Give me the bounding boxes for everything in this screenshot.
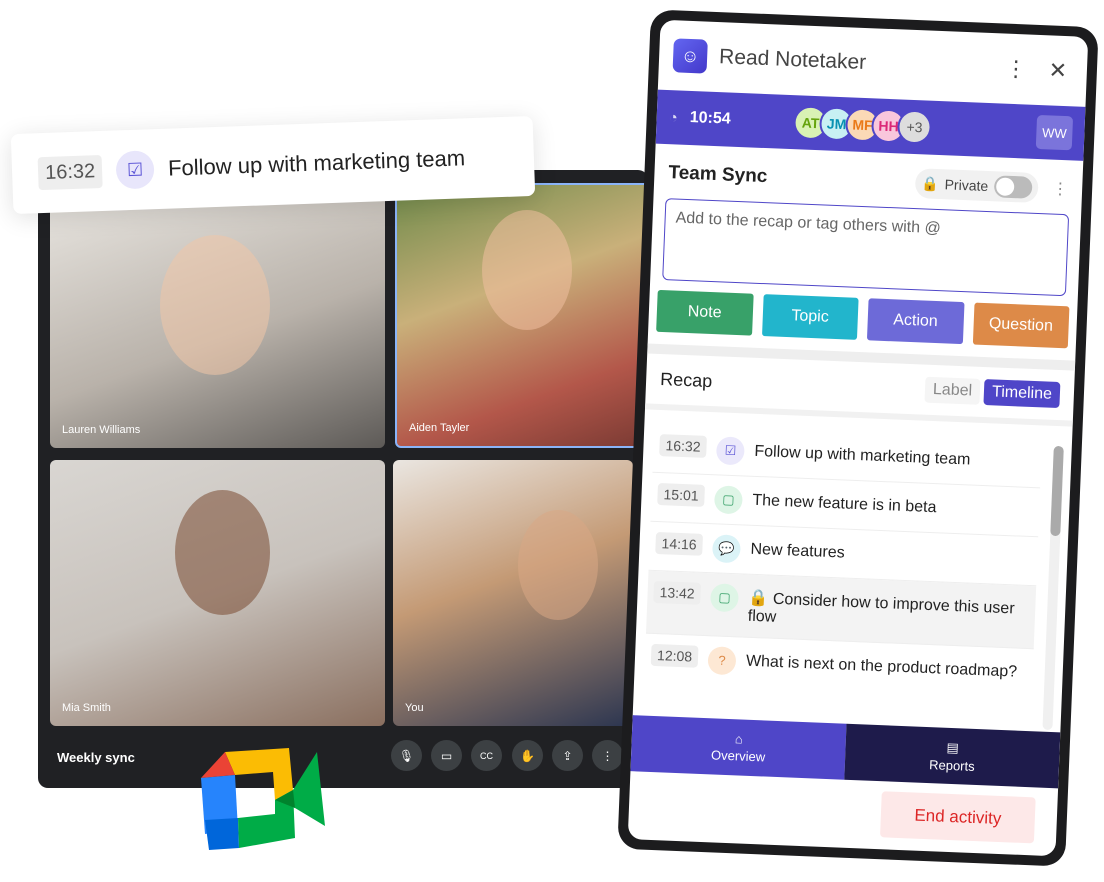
- more-participants: +3: [896, 109, 933, 145]
- video-tile-active[interactable]: Aiden Tayler: [395, 183, 650, 448]
- nav-label: Reports: [928, 756, 975, 774]
- toast-time: 16:32: [37, 154, 103, 190]
- video-tile[interactable]: Mia Smith: [50, 460, 385, 726]
- question-icon: ?: [707, 645, 737, 676]
- nav-overview[interactable]: ⌂ Overview: [630, 715, 847, 780]
- user-avatar[interactable]: WW: [1035, 114, 1074, 151]
- note-icon: ▢: [713, 485, 744, 515]
- meeting-title: Weekly sync: [57, 750, 135, 765]
- note-button[interactable]: Note: [656, 289, 754, 336]
- camera-icon[interactable]: ▭: [431, 740, 462, 771]
- action-icon: ☑: [715, 436, 745, 466]
- topic-button[interactable]: Topic: [761, 294, 859, 340]
- item-time: 16:32: [659, 434, 708, 458]
- item-text: What is next on the product roadmap?: [745, 652, 1018, 681]
- notetaker-panel: ☺ Read Notetaker ⋮ ✕ ◔ 10:54 AT JM MF HH…: [627, 19, 1089, 857]
- recap-timeline: 16:32 ☑ Follow up with marketing team 15:0…: [632, 403, 1073, 733]
- app-title: Read Notetaker: [718, 45, 867, 75]
- scrollbar[interactable]: [1042, 445, 1064, 731]
- video-tile[interactable]: Lauren Williams: [50, 195, 385, 448]
- notetaker-device: ☺ Read Notetaker ⋮ ✕ ◔ 10:54 AT JM MF HH…: [617, 9, 1099, 867]
- lock-icon: 🔒: [920, 174, 940, 192]
- private-toggle[interactable]: 🔒 Private: [914, 168, 1039, 204]
- end-activity-button[interactable]: End activity: [879, 791, 1036, 844]
- meeting-timer: 10:54: [689, 108, 732, 128]
- nav-reports[interactable]: ▤ Reports: [844, 723, 1061, 789]
- timeline-tab[interactable]: Timeline: [983, 379, 1061, 409]
- question-button[interactable]: Question: [972, 302, 1070, 349]
- raise-hand-icon[interactable]: ✋: [512, 740, 543, 771]
- read-logo-icon: ☺: [672, 38, 708, 74]
- participant-avatars[interactable]: AT JM MF HH +3: [792, 105, 933, 145]
- private-label: Private: [944, 176, 989, 195]
- item-time: 15:01: [657, 483, 706, 507]
- nav-label: Overview: [710, 747, 766, 765]
- lock-icon: 🔒: [748, 589, 774, 608]
- toast-text: Follow up with marketing team: [167, 145, 466, 181]
- item-text: Consider how to improve this user flow: [747, 590, 1015, 627]
- recap-title: Recap: [659, 368, 713, 391]
- timer-icon: ◔: [668, 108, 679, 127]
- report-icon: ▤: [946, 739, 960, 755]
- video-tile[interactable]: You: [393, 460, 633, 726]
- action-button[interactable]: Action: [866, 298, 965, 345]
- participant-name: Lauren Williams: [62, 424, 141, 436]
- action-check-icon: ☑: [115, 150, 155, 190]
- microphone-icon[interactable]: 🎙: [391, 740, 422, 771]
- item-text: New features: [750, 540, 846, 562]
- toggle-switch[interactable]: [993, 175, 1033, 199]
- item-text: The new feature is in beta: [752, 491, 937, 517]
- participant-name: Aiden Tayler: [409, 422, 470, 434]
- participant-name: You: [405, 702, 424, 714]
- google-meet-logo: [201, 748, 325, 850]
- item-time: 12:08: [650, 643, 699, 668]
- item-time: 14:16: [655, 531, 704, 556]
- note-icon: ▢: [709, 583, 740, 613]
- captions-icon[interactable]: CC: [471, 740, 502, 771]
- item-text: Follow up with marketing team: [754, 442, 971, 469]
- label-tab[interactable]: Label: [924, 376, 981, 405]
- more-options-icon[interactable]: ⋮: [1000, 55, 1031, 82]
- meet-window: Lauren Williams Aiden Tayler Mia Smith Y…: [38, 170, 650, 788]
- more-options-icon[interactable]: ⋮: [1052, 179, 1069, 200]
- present-icon[interactable]: ⇪: [552, 740, 583, 771]
- home-icon: ⌂: [734, 731, 744, 747]
- more-icon[interactable]: ⋮: [592, 740, 623, 771]
- participant-name: Mia Smith: [62, 702, 111, 714]
- meeting-name: Team Sync: [668, 162, 768, 188]
- close-icon[interactable]: ✕: [1042, 57, 1073, 84]
- scrollbar-thumb[interactable]: [1050, 445, 1064, 537]
- topic-icon: 💬: [711, 534, 742, 564]
- item-time: 13:42: [653, 580, 702, 605]
